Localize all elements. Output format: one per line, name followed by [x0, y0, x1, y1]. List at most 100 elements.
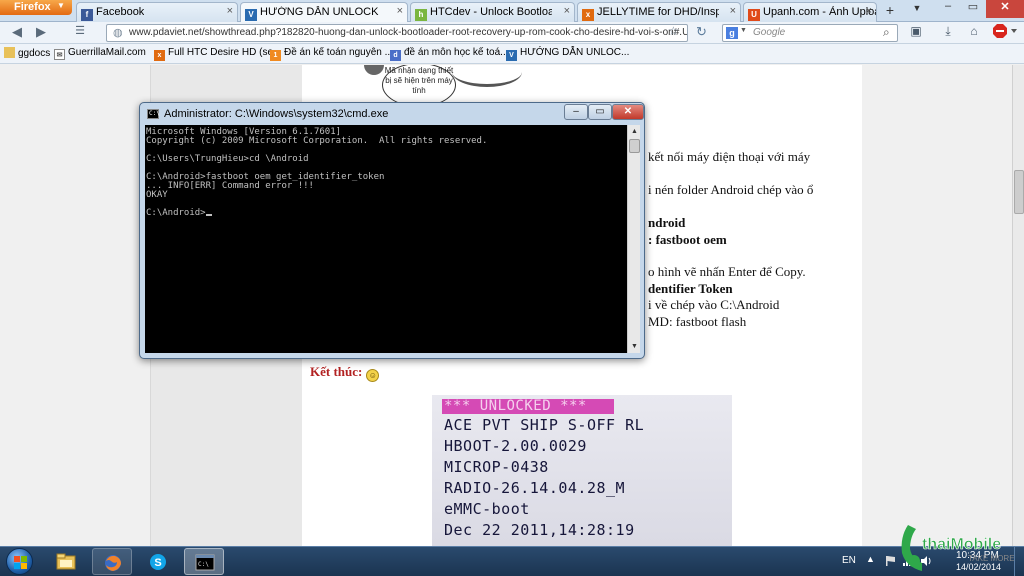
logo-segment [21, 556, 27, 562]
scrollbar-thumb[interactable] [629, 139, 640, 153]
minimize-button[interactable]: – [936, 0, 960, 18]
cmd-console[interactable]: Microsoft Windows [Version 6.1.7601] Cop… [145, 125, 627, 353]
cmd-title-bar[interactable]: C:\ Administrator: C:\Windows\system32\c… [140, 103, 644, 125]
cmd-window[interactable]: C:\ Administrator: C:\Windows\system32\c… [139, 102, 645, 359]
bookmark-item[interactable]: 1 Đề án kế toán nguyên ... [270, 47, 393, 61]
svg-text:C:\: C:\ [198, 561, 209, 568]
console-prompt-line: C:\Android> [146, 209, 627, 218]
bookmark-item[interactable]: V HƯỚNG DẪN UNLOC... [506, 47, 629, 61]
diagram-bubble: Mã nhận dạng thiết bị sẽ hiện trên máy t… [382, 65, 456, 107]
close-icon[interactable]: × [730, 5, 736, 17]
bookmark-label: Đề án kế toán nguyên ... [284, 47, 393, 58]
article-line: o hình vẽ nhấn Enter để Copy. [648, 264, 806, 279]
bookmarks-toolbar: ggdocs ✉ GuerrillaMail.com x Full HTC Desi… [0, 44, 1024, 64]
boot-info-line: ACE PVT SHIP S-OFF RL [444, 416, 645, 434]
thaimobile-watermark-logo: thaiMobile TAKE MORE [901, 525, 1015, 571]
svg-text:thaiMobile: thaiMobile [922, 536, 1001, 553]
firefox-menu-button[interactable]: Firefox ▼ [0, 0, 72, 15]
svg-text:S: S [154, 557, 161, 569]
cmd-scrollbar[interactable]: ▲ ▼ [627, 125, 640, 353]
bookmark-item[interactable]: d đề án môn học kế toá... [390, 47, 509, 61]
screenshot-icon[interactable]: ▣ [906, 24, 926, 42]
scroll-down-icon[interactable]: ▼ [628, 340, 641, 353]
adblock-badge [993, 24, 1017, 38]
adblock-icon[interactable] [992, 24, 1020, 42]
boot-info-line: HBOOT-2.00.0029 [444, 437, 587, 455]
console-line: Copyright (c) 2009 Microsoft Corporation… [146, 136, 488, 146]
taskbar-skype[interactable]: S [138, 548, 178, 575]
list-all-tabs-icon[interactable]: ▼ [908, 3, 926, 19]
navigation-toolbar: ◀ ▶ ☰ ◍ www.pdaviet.net/showthread.php?1… [0, 22, 1024, 44]
tab-facebook[interactable]: f Facebook × [76, 2, 238, 22]
close-icon[interactable]: × [227, 5, 233, 17]
tab-upanh[interactable]: U Upanh.com - Ảnh Upload × [743, 2, 877, 22]
reload-icon[interactable]: ↻ [696, 24, 707, 40]
facebook-icon: f [81, 9, 93, 21]
tab-htcdev[interactable]: hHTCdev - Unlock Bootloader × [410, 2, 575, 22]
ending-label: Kết thúc: [310, 364, 363, 379]
url-bar[interactable]: ◍ www.pdaviet.net/showthread.php?182820-… [106, 24, 688, 42]
taskbar-firefox[interactable] [92, 548, 132, 575]
show-hidden-icons[interactable]: ▲ [866, 554, 875, 564]
bookmark-item[interactable]: ggdocs [4, 47, 50, 59]
diagram-arrow [452, 65, 522, 87]
close-icon[interactable]: × [397, 5, 403, 17]
back-arrow-icon[interactable]: ◀ [6, 24, 28, 42]
console-prompt: C:\Android> [146, 208, 206, 218]
bookmark-item[interactable]: x Full HTC Desire HD (se... [154, 47, 281, 61]
cmd-minimize-button[interactable]: – [564, 104, 588, 120]
scroll-up-icon[interactable]: ▲ [628, 125, 641, 138]
tab-xda[interactable]: xJELLYTIME for DHD/Inspire4g -... × [577, 2, 741, 22]
tab-label: Facebook [96, 6, 145, 18]
folder-icon [4, 47, 15, 58]
explorer-icon [56, 553, 76, 570]
cmd-title: Administrator: C:\Windows\system32\cmd.e… [164, 108, 389, 120]
close-icon[interactable]: × [564, 5, 570, 17]
bookmark-label: HƯỚNG DẪN UNLOC... [520, 47, 630, 58]
pdaviet-icon: V [245, 9, 257, 21]
diagram-fragment [364, 65, 384, 75]
taskbar-cmd[interactable]: C:\ [184, 548, 224, 575]
article-line: ndroid [648, 215, 686, 230]
tab-pdaviet[interactable]: VHƯỚNG DẪN UNLOCK BOOTL... × [240, 2, 408, 23]
new-tab-button[interactable]: + [880, 2, 900, 20]
boot-info-line: Dec 22 2011,14:28:19 [444, 521, 635, 539]
firefox-icon [105, 555, 121, 571]
action-center-icon[interactable] [884, 555, 896, 567]
bookmark-label: ggdocs [18, 48, 51, 59]
language-indicator[interactable]: EN [842, 555, 856, 566]
firefox-menu-label: Firefox [14, 1, 51, 13]
taskbar-explorer[interactable] [46, 548, 86, 575]
upanh-icon: U [748, 9, 760, 21]
svg-text:TAKE MORE: TAKE MORE [968, 554, 1015, 563]
bootloader-photo: *** UNLOCKED *** ACE PVT SHIP S-OFF RL H… [432, 395, 732, 546]
console-line: OKAY [146, 190, 168, 200]
bookmark-star-icon[interactable]: ☆ [668, 24, 679, 38]
home-icon[interactable]: ⌂ [964, 24, 984, 42]
pdaviet-icon: V [506, 50, 517, 61]
doc-icon: d [390, 50, 401, 61]
cmd-maximize-button[interactable]: ▭ [588, 104, 612, 120]
smiley-icon: ☺ [366, 369, 380, 382]
download-icon[interactable]: ⤓ [938, 24, 958, 42]
cmd-close-button[interactable]: ✕ [612, 104, 644, 120]
close-icon[interactable]: × [866, 5, 872, 17]
page-scrollbar[interactable] [1012, 65, 1024, 546]
start-button[interactable] [2, 547, 38, 576]
unlocked-banner: *** UNLOCKED *** [442, 399, 614, 414]
search-input[interactable]: g ▼ Google ⌕ [722, 24, 898, 42]
forward-arrow-icon[interactable]: ▶ [30, 24, 52, 42]
scrollbar-thumb[interactable] [1014, 170, 1024, 214]
boot-info-line: eMMC-boot [444, 500, 530, 518]
bookmark-item[interactable]: ✉ GuerrillaMail.com [54, 47, 146, 60]
search-icon[interactable]: ⌕ [883, 25, 890, 40]
xda-icon: x [582, 9, 594, 21]
123doc-icon: 1 [270, 50, 281, 61]
ending-heading: Kết thúc: ☺ [310, 364, 380, 382]
history-icon[interactable]: ☰ [60, 24, 100, 42]
bookmark-label: GuerrillaMail.com [68, 47, 146, 58]
maximize-button[interactable]: ▭ [961, 0, 985, 18]
page-left-margin [0, 65, 150, 546]
close-window-button[interactable]: ✕ [986, 0, 1024, 18]
